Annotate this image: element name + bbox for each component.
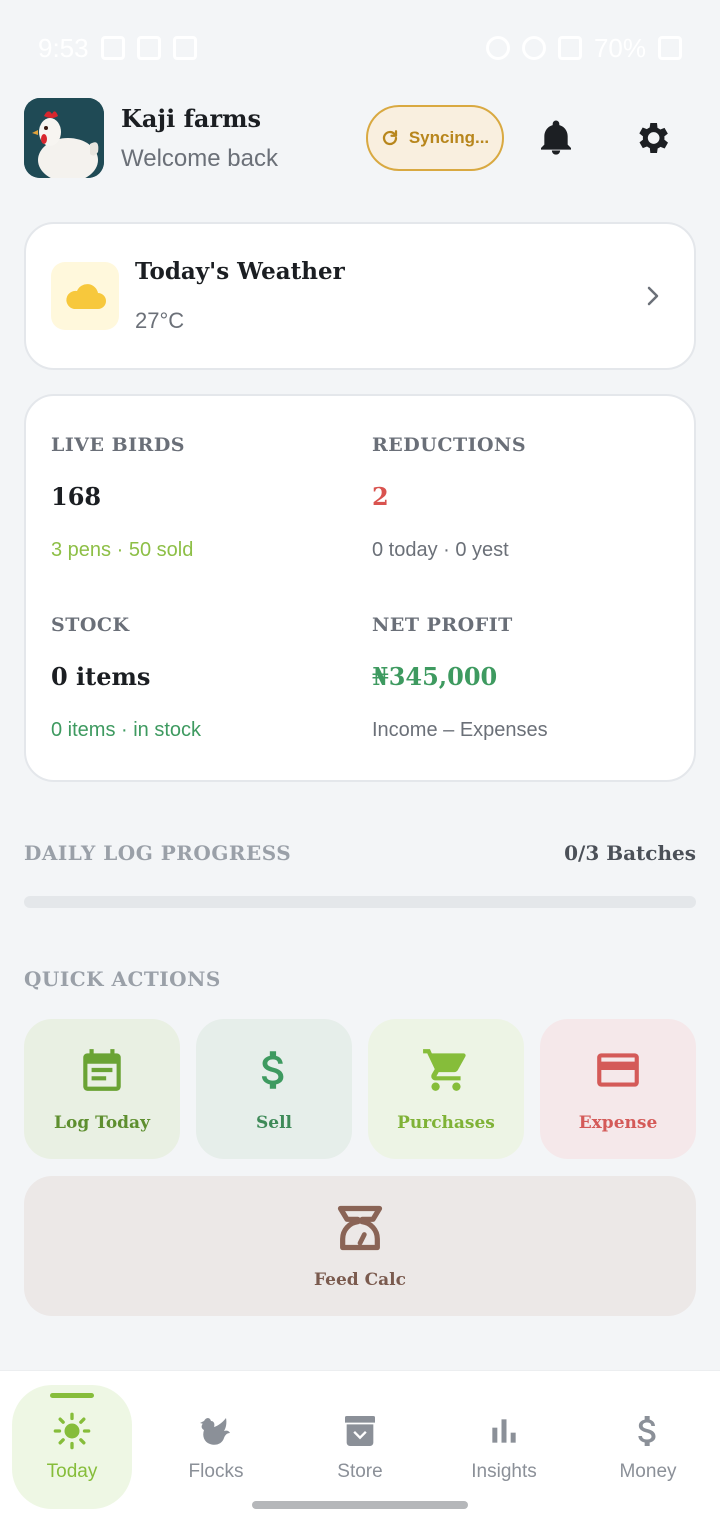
stat-reductions[interactable]: REDUCTIONS 2 0 today · 0 yest (372, 434, 672, 562)
log-today-label: Log Today (54, 1113, 150, 1133)
nav-store[interactable]: Store (300, 1385, 420, 1509)
weather-temperature: 27°C (135, 308, 185, 333)
stat-live-birds[interactable]: LIVE BIRDS 168 3 pens · 50 sold (51, 434, 351, 562)
dollar-icon (261, 1051, 284, 1089)
bell-icon[interactable] (536, 118, 576, 158)
feed-calc-label: Feed Calc (314, 1270, 406, 1290)
stat-value: ₦345,000 (372, 662, 498, 691)
nav-money[interactable]: Money (588, 1385, 708, 1509)
stat-sub: 3 pens · 50 sold (51, 539, 194, 561)
signal-icon (557, 36, 582, 60)
archive-icon (345, 1416, 375, 1446)
refresh-icon (382, 130, 397, 146)
expense-button[interactable]: Expense (540, 1019, 696, 1159)
gear-icon[interactable] (632, 118, 672, 158)
nav-money-label: Money (619, 1461, 677, 1482)
stats-card: LIVE BIRDS 168 3 pens · 50 sold REDUCTIO… (24, 394, 696, 782)
sell-button[interactable]: Sell (196, 1019, 352, 1159)
stat-sub: Income – Expenses (372, 719, 548, 741)
stat-label: STOCK (51, 614, 130, 636)
stat-value: 2 (372, 482, 389, 511)
weather-title: Today's Weather (135, 258, 345, 285)
log-today-button[interactable]: Log Today (24, 1019, 180, 1159)
stat-stock[interactable]: STOCK 0 items 0 items · in stock (51, 614, 351, 742)
dollar-icon (638, 1416, 656, 1446)
farm-avatar[interactable] (24, 98, 104, 178)
stat-value: 0 items (51, 662, 151, 691)
sync-button[interactable]: Syncing... (366, 105, 504, 171)
purchases-button[interactable]: Purchases (368, 1019, 524, 1159)
expense-label: Expense (578, 1113, 658, 1133)
active-indicator (50, 1393, 94, 1398)
stat-label: NET PROFIT (372, 614, 513, 636)
stat-sub: 0 items · in stock (51, 719, 202, 741)
status-bar: 9:53 70% (0, 0, 720, 96)
chicken-icon (200, 1418, 230, 1445)
nav-flocks[interactable]: Flocks (156, 1385, 276, 1509)
nav-flocks-label: Flocks (188, 1461, 244, 1482)
sell-label: Sell (255, 1113, 292, 1133)
purchases-label: Purchases (397, 1113, 495, 1133)
battery-icon (658, 36, 682, 60)
credit-card-icon (597, 1053, 639, 1087)
check-icon (172, 36, 197, 60)
bar-chart-icon (492, 1419, 516, 1443)
app-header: Kaji farms Welcome back Syncing... (24, 98, 696, 178)
stat-label: REDUCTIONS (372, 434, 527, 456)
batches-count: 0/3 Batches (564, 841, 696, 865)
hotspot-icon (521, 36, 546, 60)
welcome-text: Welcome back (121, 144, 278, 172)
daily-log-progress-bar (24, 896, 696, 908)
bottom-nav: Today Flocks Store Insights Money (0, 1370, 720, 1520)
cart-icon (423, 1049, 466, 1091)
weather-icon-box (51, 262, 119, 330)
chevron-right-icon (647, 286, 659, 306)
weather-card[interactable]: Today's Weather 27°C (24, 222, 696, 370)
lock-icon (100, 36, 125, 60)
image-icon (136, 36, 161, 60)
stat-value: 168 (51, 482, 102, 511)
quick-actions-label: QUICK ACTIONS (24, 967, 221, 991)
sun-icon (53, 1412, 91, 1450)
scale-icon (337, 1205, 383, 1251)
nav-today[interactable]: Today (12, 1385, 132, 1509)
nav-insights[interactable]: Insights (444, 1385, 564, 1509)
home-indicator[interactable] (252, 1501, 468, 1509)
stat-label: LIVE BIRDS (51, 434, 186, 456)
stat-sub: 0 today · 0 yest (372, 539, 509, 561)
nav-today-label: Today (46, 1461, 98, 1482)
farm-name: Kaji farms (121, 103, 261, 133)
nav-insights-label: Insights (471, 1461, 537, 1482)
feed-calc-button[interactable]: Feed Calc (24, 1176, 696, 1316)
status-time: 9:53 (38, 32, 89, 63)
daily-log-label: DAILY LOG PROGRESS (24, 841, 292, 865)
nav-store-label: Store (337, 1461, 383, 1482)
battery-percent: 70% (593, 32, 646, 63)
cloud-icon (66, 284, 106, 309)
calendar-icon (83, 1049, 121, 1091)
alarm-icon (485, 36, 510, 60)
sync-label: Syncing... (408, 128, 490, 147)
stat-net-profit[interactable]: NET PROFIT ₦345,000 Income – Expenses (372, 614, 672, 742)
